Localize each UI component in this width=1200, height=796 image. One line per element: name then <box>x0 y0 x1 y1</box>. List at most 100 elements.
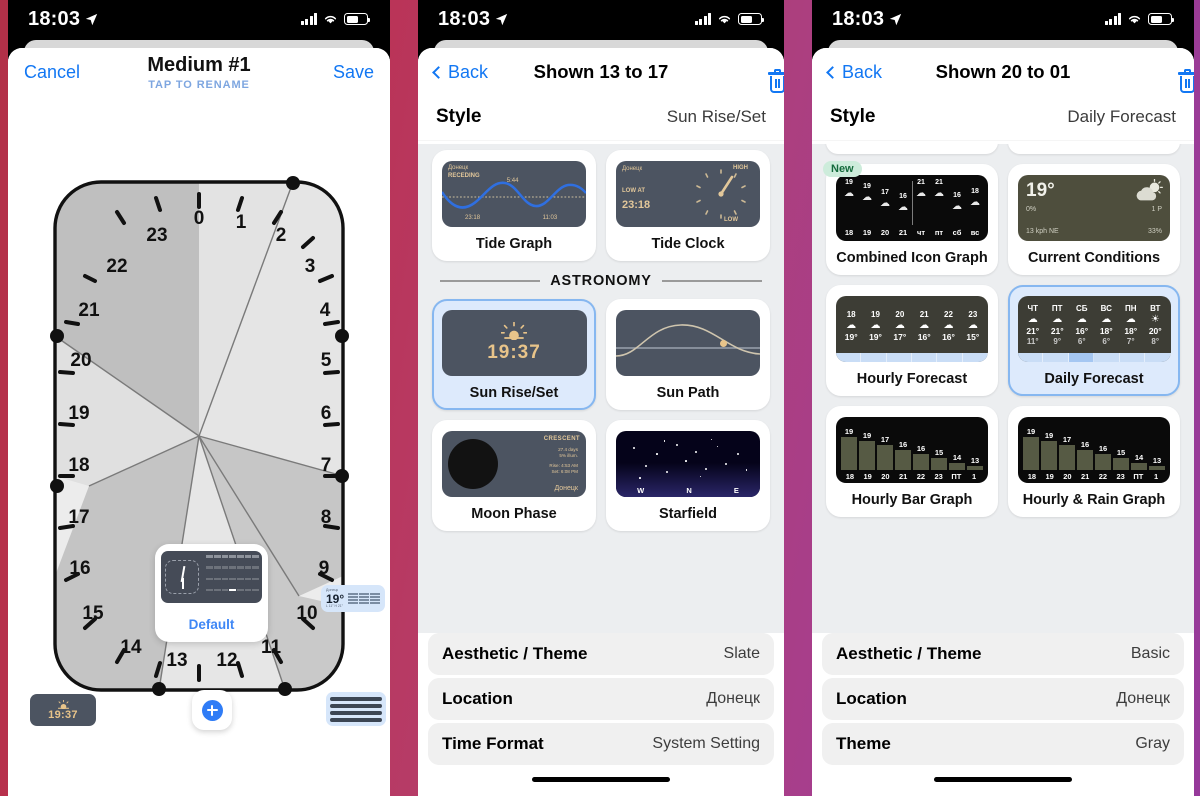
style-card-partial-left[interactable] <box>826 144 998 154</box>
df-high-4: 18° <box>1124 325 1138 336</box>
setting-key: Location <box>442 689 513 708</box>
dial-hour-7: 7 <box>321 455 332 476</box>
weather-temp-widget[interactable]: Донецк 19° L 11° H 21° <box>321 585 385 612</box>
style-row[interactable]: Style Sun Rise/Set <box>418 96 784 140</box>
hourly-bar-graph-preview: 19 19 17 16 16 15 14 13 18 19 20 21 22 2… <box>836 417 988 483</box>
cig-left-hour-1: 19 <box>862 228 872 237</box>
current-conditions-preview: 19° 0% 13 kph NE 1 P 33% <box>1018 175 1170 241</box>
tide-clock-preview: Донецк LOW AT 23:18 HIGH LOW <box>616 161 760 227</box>
moon-rise: Rise: 4:53 AM <box>549 463 578 468</box>
phone-screen-2: 18:03 Back Shown 13 to 17 Style Sun Rise… <box>418 0 784 796</box>
sun-rise-set-time: 19:37 <box>487 341 541 363</box>
hf-hour-5: 23 <box>968 309 978 319</box>
hbg-val-0: 19 <box>844 426 854 436</box>
tide-low-left: 23:18 <box>465 215 481 221</box>
style-card-hourly-rain-graph[interactable]: 19 19 17 16 16 15 14 13 18 19 20 21 22 2… <box>1008 406 1180 517</box>
dial-hour-5: 5 <box>321 350 332 371</box>
hbg-val-3: 16 <box>898 439 908 449</box>
hbg-lab-0: 18 <box>845 472 855 481</box>
setting-key: Time Format <box>442 734 544 753</box>
status-bar-left: 18:03 <box>832 8 902 31</box>
tide-clock-high-label: HIGH <box>733 165 748 171</box>
style-card-hourly-forecast[interactable]: 18 ☁ 19° 19 ☁ 19° 20 ☁ 17° 21 ☁ 16° 22 ☁ 16° 23 ☁ 15… <box>826 285 998 396</box>
chevron-left-icon <box>826 65 839 79</box>
status-bar: 18:03 <box>8 0 390 38</box>
daily-daylight-strip <box>1017 352 1171 362</box>
tide-wave <box>442 181 586 209</box>
status-bar-right <box>300 13 371 25</box>
tide-clock-low-marker: LOW <box>724 217 738 223</box>
style-card-combined-icon-graph[interactable]: New 19 19 17 16 21 21 16 18 ☁ ☁ ☁ ☁ ☁ ☁ … <box>823 161 998 275</box>
dial-hour-12: 12 <box>216 650 237 671</box>
style-card-tide-graph[interactable]: Донецк RECEDING 5:44 23:18 11:03 Tide Gr… <box>432 150 596 261</box>
cellular-signal-icon <box>300 13 317 25</box>
setting-value: Basic <box>1130 645 1170 662</box>
style-card-partial-right[interactable] <box>1008 144 1180 154</box>
wifi-icon <box>718 15 731 24</box>
setting-row-aesthetic-theme[interactable]: Aesthetic / Theme Slate <box>428 633 774 675</box>
style-card-tide-clock[interactable]: Донецк LOW AT 23:18 HIGH LOW Tide Clock <box>606 150 770 261</box>
dial-hour-1: 1 <box>236 212 247 233</box>
moon-phase-preview: CRESCENT 27.4 days 5% illum. Rise: 4:53 … <box>442 431 586 497</box>
style-card-moon-phase[interactable]: CRESCENT 27.4 days 5% illum. Rise: 4:53 … <box>432 420 596 531</box>
style-scroll-area[interactable]: New 19 19 17 16 21 21 16 18 ☁ ☁ ☁ ☁ ☁ ☁ … <box>812 144 1194 674</box>
hrg-val-5: 15 <box>1116 448 1126 458</box>
tide-peak-time: 5:44 <box>506 178 519 184</box>
hourly-forecast-preview: 18 ☁ 19° 19 ☁ 19° 20 ☁ 17° 21 ☁ 16° 22 ☁ 16° 23 ☁ 15… <box>836 296 988 362</box>
style-scroll-area[interactable]: Донецк RECEDING 5:44 23:18 11:03 Tide Gr… <box>418 144 784 676</box>
setting-row-location[interactable]: Location Донецк <box>822 678 1184 720</box>
setting-row-theme[interactable]: Theme Gray <box>822 723 1184 765</box>
dial-hour-4: 4 <box>320 300 331 321</box>
tide-clock-location: Донецк <box>622 166 643 172</box>
sun-time-value: 19:37 <box>48 708 78 721</box>
back-button[interactable]: Back <box>432 61 489 83</box>
sunrise-icon <box>501 321 527 340</box>
style-card-sun-rise-set[interactable]: 19:37 Sun Rise/Set <box>432 299 596 410</box>
df-high-2: 16° <box>1075 325 1089 336</box>
setting-row-time-format[interactable]: Time Format System Setting <box>428 723 774 765</box>
cig-right-day-1: пт <box>934 228 944 237</box>
hbg-lab-3: 21 <box>898 472 908 481</box>
sun-rise-set-preview: 19:37 <box>441 309 587 376</box>
status-bar: 18:03 <box>812 0 1194 38</box>
df-high-0: 21° <box>1026 325 1040 336</box>
style-card-sun-path[interactable]: Sun Path <box>606 299 770 410</box>
home-indicator <box>532 777 670 782</box>
setting-row-location[interactable]: Location Донецк <box>428 678 774 720</box>
moon-age: 27.4 days <box>558 447 578 452</box>
widget-preview-card[interactable]: Default <box>155 544 268 642</box>
battery-icon <box>738 13 765 25</box>
tide-clock-low-label: LOW AT <box>622 188 645 194</box>
lines-widget[interactable] <box>326 692 386 726</box>
style-card-hourly-bar-graph[interactable]: 19 19 17 16 16 15 14 13 18 19 20 21 22 2… <box>826 406 998 517</box>
back-label: Back <box>448 61 489 82</box>
style-card-current-conditions[interactable]: 19° 0% 13 kph NE 1 P 33% Current Conditi… <box>1008 164 1180 275</box>
df-day-3: ВС <box>1100 303 1112 313</box>
status-time: 18:03 <box>832 7 885 30</box>
style-card-starfield[interactable]: W N E Starfield <box>606 420 770 531</box>
hf-temp-4: 16° <box>942 331 955 342</box>
style-card-daily-forecast[interactable]: ЧТ ☁ 21° 11° ПТ ☁ 21° 9° СБ ☁ 16° 6° ВС ☁ 18° 6° ПН ☁… <box>1008 285 1180 396</box>
df-day-4: ПН <box>1124 303 1137 313</box>
sun-time-widget[interactable]: 19:37 <box>30 694 96 726</box>
add-widget-button[interactable] <box>192 690 232 730</box>
style-card-caption: Starfield <box>658 506 717 522</box>
dial-hour-21: 21 <box>78 300 100 321</box>
save-button[interactable]: Save <box>333 62 374 83</box>
compass-e: E <box>733 486 739 495</box>
battery-icon <box>344 13 371 25</box>
daily-forecast-preview: ЧТ ☁ 21° 11° ПТ ☁ 21° 9° СБ ☁ 16° 6° ВС ☁ 18° 6° ПН ☁… <box>1017 295 1171 362</box>
hourly-rain-graph-preview: 19 19 17 16 16 15 14 13 18 19 20 21 22 2… <box>1018 417 1170 483</box>
back-button[interactable]: Back <box>826 62 882 83</box>
dial-hour-3: 3 <box>305 256 316 277</box>
setting-row-aesthetic-theme[interactable]: Aesthetic / Theme Basic <box>822 633 1184 675</box>
hf-hour-2: 20 <box>895 309 905 319</box>
style-card-caption: Tide Clock <box>651 236 725 252</box>
hrg-val-4: 16 <box>1098 443 1108 453</box>
cancel-button[interactable]: Cancel <box>24 62 80 83</box>
dial-hour-18: 18 <box>68 455 89 476</box>
style-label: Style <box>436 106 482 127</box>
wifi-icon <box>324 15 337 24</box>
style-row[interactable]: Style Daily Forecast <box>812 96 1194 140</box>
hrg-val-1: 19 <box>1044 430 1054 440</box>
